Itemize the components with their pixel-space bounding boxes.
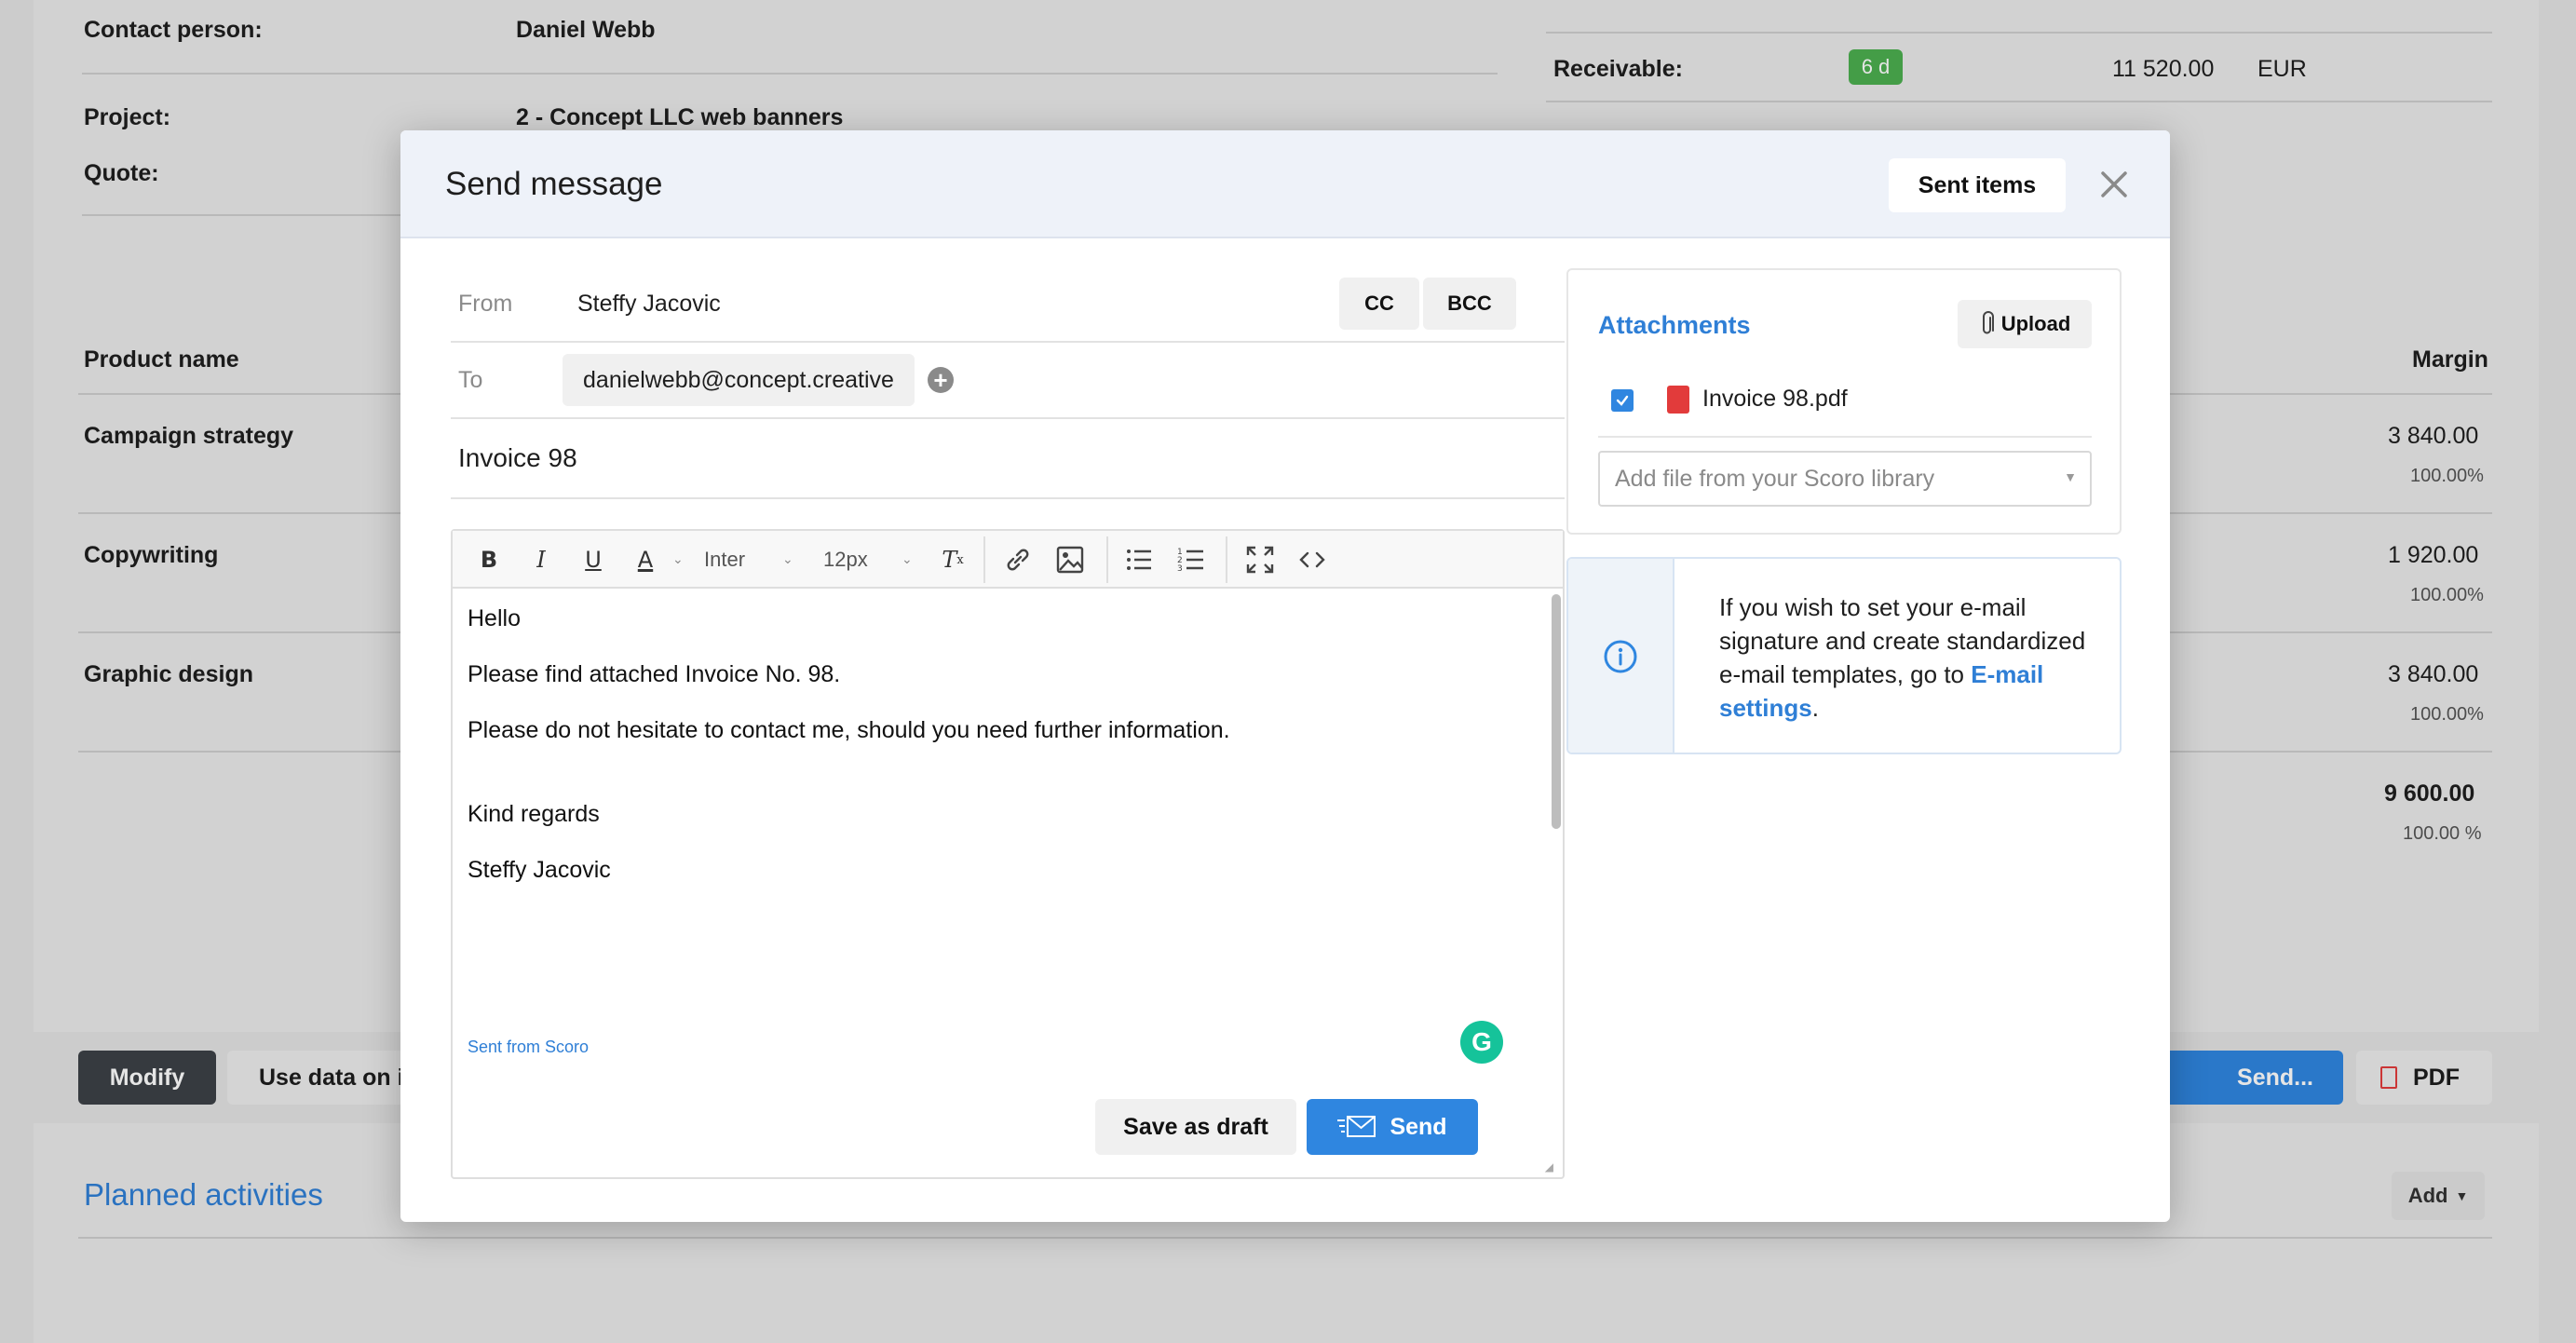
- resize-handle-icon[interactable]: ◢: [1545, 1160, 1553, 1173]
- caret-down-icon: ▼: [2064, 469, 2077, 484]
- body-line: Kind regards: [468, 801, 600, 827]
- info-icon-panel: [1568, 559, 1674, 753]
- image-icon[interactable]: [1054, 544, 1086, 576]
- info-text-end: .: [1811, 694, 1819, 722]
- svg-text:3: 3: [1177, 564, 1183, 574]
- send-label: Send: [1390, 1113, 1447, 1140]
- from-label: From: [458, 291, 513, 317]
- body-line: Steffy Jacovic: [468, 857, 611, 883]
- divider: [451, 341, 1565, 343]
- attachment-file-name[interactable]: Invoice 98.pdf: [1702, 386, 1848, 413]
- clear-formatting-icon[interactable]: Tx: [937, 544, 969, 576]
- upload-label: Upload: [2000, 312, 2071, 335]
- email-settings-info: If you wish to set your e-mail signature…: [1566, 557, 2122, 754]
- upload-button[interactable]: Upload: [1958, 300, 2092, 348]
- subject-input[interactable]: Invoice 98: [458, 443, 577, 473]
- font-size-select[interactable]: 12px: [823, 544, 868, 576]
- toolbar-separator: [983, 536, 985, 583]
- save-as-draft-button[interactable]: Save as draft: [1095, 1099, 1296, 1155]
- cc-button[interactable]: CC: [1339, 278, 1419, 330]
- library-select-placeholder: Add file from your Scoro library: [1615, 466, 1935, 492]
- to-label: To: [458, 367, 483, 393]
- send-mail-icon: [1337, 1116, 1376, 1137]
- body-line: Hello: [468, 605, 521, 631]
- close-icon[interactable]: [2095, 166, 2133, 203]
- grammarly-icon[interactable]: G: [1460, 1021, 1503, 1064]
- attachments-title: Attachments: [1598, 311, 1751, 339]
- numbered-list-icon[interactable]: 1 2 3: [1175, 544, 1207, 576]
- chevron-down-icon[interactable]: ⌄: [782, 551, 793, 567]
- info-icon: [1604, 640, 1637, 673]
- recipient-chip[interactable]: danielwebb@concept.creative: [563, 354, 915, 406]
- divider: [451, 417, 1565, 419]
- sent-items-button[interactable]: Sent items: [1889, 158, 2066, 212]
- divider: [1598, 436, 2092, 438]
- send-button[interactable]: Send: [1307, 1099, 1478, 1155]
- editor-scrollbar[interactable]: [1552, 594, 1561, 829]
- editor-body[interactable]: Hello Please find attached Invoice No. 9…: [453, 590, 1563, 1179]
- fullscreen-icon[interactable]: [1244, 544, 1276, 576]
- dialog-header: Send message Sent items: [400, 130, 2170, 238]
- underline-icon[interactable]: U: [577, 544, 609, 576]
- add-recipient-icon[interactable]: +: [928, 367, 954, 393]
- scoro-library-select[interactable]: Add file from your Scoro library ▼: [1598, 451, 2092, 507]
- info-text: If you wish to set your e-mail signature…: [1719, 590, 2101, 725]
- attachment-checkbox[interactable]: [1611, 389, 1634, 412]
- signature-link[interactable]: Sent from Scoro: [468, 1038, 589, 1057]
- toolbar-separator: [1106, 536, 1108, 583]
- divider: [451, 497, 1565, 499]
- toolbar-separator: [1226, 536, 1227, 583]
- checkmark-icon: [1616, 395, 1629, 406]
- italic-icon[interactable]: I: [525, 544, 557, 576]
- paperclip-icon: [1982, 311, 1994, 334]
- bcc-button[interactable]: BCC: [1423, 278, 1516, 330]
- bold-icon[interactable]: B: [473, 544, 505, 576]
- chevron-down-icon[interactable]: ⌄: [672, 551, 684, 567]
- attachments-panel: Attachments Upload Invoice 98.pdf Add fi…: [1566, 268, 2122, 535]
- text-color-icon[interactable]: A: [630, 544, 661, 576]
- link-icon[interactable]: [1002, 544, 1034, 576]
- from-value[interactable]: Steffy Jacovic: [577, 291, 721, 318]
- body-line: Please find attached Invoice No. 98.: [468, 661, 841, 687]
- send-message-dialog: Send message Sent items From Steffy Jaco…: [400, 130, 2170, 1222]
- pdf-file-icon: [1667, 386, 1689, 414]
- code-view-icon[interactable]: [1296, 544, 1328, 576]
- message-editor[interactable]: B I U A ⌄ Inter ⌄ 12px ⌄ Tx 1 2 3 Hello …: [451, 529, 1565, 1179]
- bullet-list-icon[interactable]: [1123, 544, 1155, 576]
- dialog-title: Send message: [445, 166, 663, 202]
- editor-toolbar: B I U A ⌄ Inter ⌄ 12px ⌄ Tx 1 2 3: [453, 531, 1563, 589]
- chevron-down-icon[interactable]: ⌄: [902, 551, 913, 567]
- font-family-select[interactable]: Inter: [704, 544, 745, 576]
- body-line: Please do not hesitate to contact me, sh…: [468, 717, 1230, 743]
